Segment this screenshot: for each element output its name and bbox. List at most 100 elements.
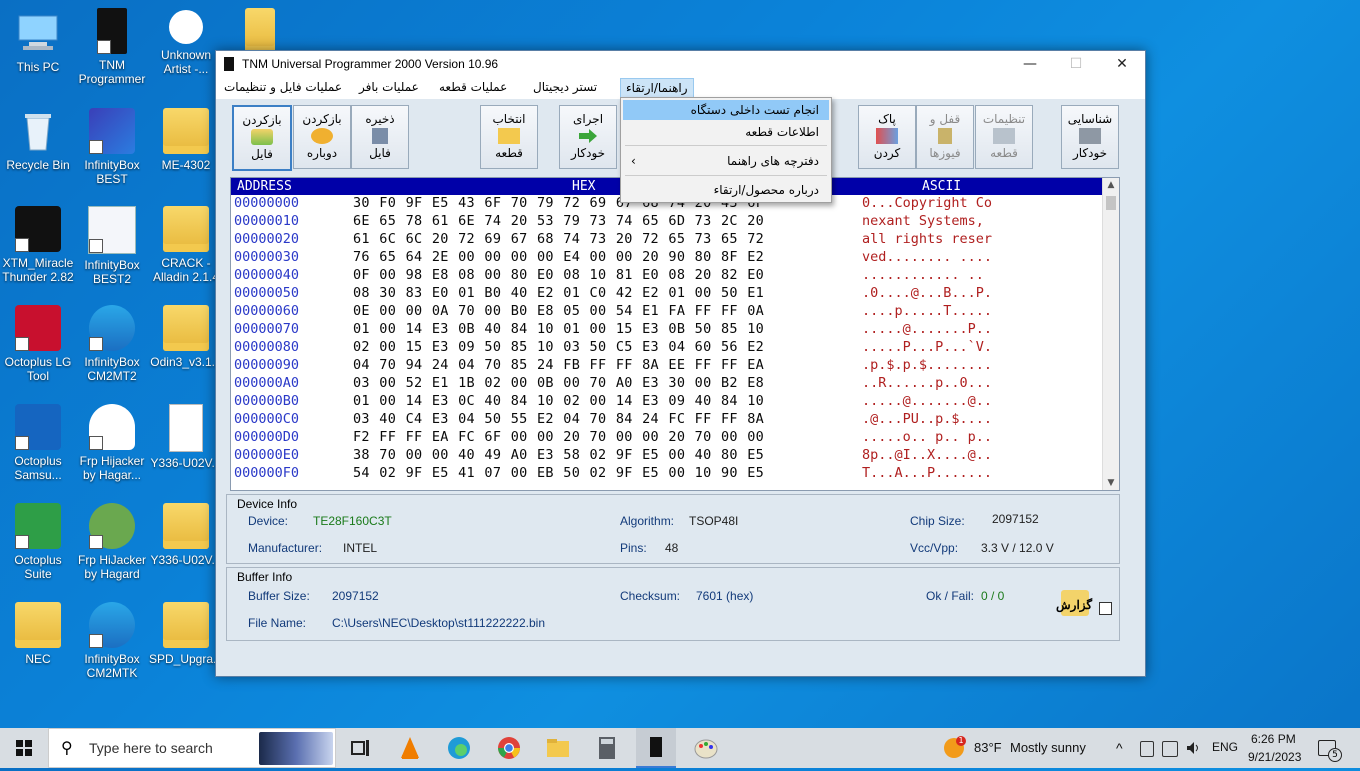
maximize-button[interactable]: ☐ (1053, 51, 1099, 77)
chrome-icon[interactable] (495, 734, 523, 762)
scroll-down-icon[interactable]: ▼ (1103, 478, 1119, 488)
hex-ascii: ved........ .... (862, 249, 993, 265)
desktop-icon-y336-file[interactable]: Y336-U02V... (148, 404, 224, 470)
hex-row[interactable]: 00000050 08 30 83 E0 01 B0 40 E2 01 C0 42… (231, 285, 1119, 303)
report-checkbox[interactable] (1099, 602, 1112, 615)
button-label: ذخیره (365, 112, 395, 126)
reopen-button[interactable]: بازکردن دوباره (293, 105, 351, 169)
desktop-icon-unknown-artist[interactable]: Unknown Artist -... (148, 10, 224, 76)
hex-row[interactable]: 00000020 61 6C 6C 20 72 69 67 68 74 73 20… (231, 231, 1119, 249)
lock-fuses-button[interactable]: قفل و فیوزها (916, 105, 974, 169)
desktop-icon-infinitybox-best[interactable]: InfinityBox BEST (74, 108, 150, 186)
hex-row[interactable]: 000000D0 F2 FF FF EA FC 6F 00 00 20 70 00… (231, 429, 1119, 447)
desktop-icon-nec[interactable]: NEC (0, 602, 76, 666)
desktop-icon-this-pc[interactable]: This PC (0, 10, 76, 74)
desktop-icon-frp-hijacker-2[interactable]: Frp HiJacker by Hagard (74, 503, 150, 581)
minimize-button[interactable]: — (1007, 51, 1053, 77)
hex-row[interactable]: 00000060 0E 00 00 0A 70 00 B0 E8 05 00 54… (231, 303, 1119, 321)
scroll-up-icon[interactable]: ▲ (1103, 180, 1119, 190)
clock-time[interactable]: 6:26 PM (1251, 732, 1296, 746)
network-icon[interactable] (1162, 741, 1178, 757)
calculator-icon[interactable] (593, 734, 621, 762)
xtm-app-icon (15, 206, 61, 252)
erase-button[interactable]: پاک کردن (858, 105, 916, 169)
task-view-icon[interactable] (346, 734, 374, 762)
menu-file-settings[interactable]: عملیات فایل و تنظیمات (224, 80, 342, 94)
menu-help-upgrade[interactable]: راهنما/ارتقاء (620, 78, 694, 98)
hex-row[interactable]: 00000070 01 00 14 E3 0B 40 84 10 01 00 15… (231, 321, 1119, 339)
desktop-icon-label: InfinityBox CM2MTK (84, 652, 140, 680)
desktop-icon-recycle-bin[interactable]: Recycle Bin (0, 108, 76, 172)
detect-chip-icon (1079, 128, 1101, 144)
language-indicator[interactable]: ENG (1212, 740, 1238, 754)
pins-label: Pins: (620, 541, 647, 555)
document-icon (169, 404, 203, 452)
menu-item-chip-info[interactable]: اطلاعات قطعه (745, 125, 819, 139)
menu-digital-tester[interactable]: تستر دیجیتال (533, 80, 597, 94)
weather-temp[interactable]: 83°F (974, 740, 1002, 755)
meet-now-icon[interactable] (1140, 741, 1154, 757)
desktop-icon-me4302[interactable]: ME-4302 (148, 108, 224, 172)
hex-row[interactable]: 000000F0 54 02 9F E5 41 07 00 EB 50 02 9F… (231, 465, 1119, 483)
auto-detect-button[interactable]: شناسایی خودکار (1061, 105, 1119, 169)
desktop-icon-infinitybox-best2[interactable]: InfinityBox BEST2 (74, 206, 150, 286)
hex-editor[interactable]: ADDRESS HEX ASCII 00000000 30 F0 9F E5 43… (230, 177, 1120, 491)
clock-date[interactable]: 9/21/2023 (1248, 750, 1301, 764)
desktop-icon-frp-hijacker-1[interactable]: Frp Hijacker by Hagar... (74, 404, 150, 482)
search-icon: ⚲ (61, 738, 73, 757)
title-bar[interactable]: TNM Universal Programmer 2000 Version 10… (216, 51, 1145, 77)
hex-row[interactable]: 000000A0 03 00 52 E1 1B 02 00 0B 00 70 A0… (231, 375, 1119, 393)
tray-chevron-icon[interactable]: ^ (1116, 740, 1123, 756)
desktop-icon-spd-upgrade[interactable]: SPD_Upgra... (148, 602, 224, 666)
start-button[interactable] (0, 728, 48, 768)
desktop-icon-octoplus-lg[interactable]: Octoplus LG Tool (0, 305, 76, 383)
hex-row[interactable]: 00000040 0F 00 98 E8 08 00 80 E0 08 10 81… (231, 267, 1119, 285)
menu-item-self-test[interactable]: انجام تست داخلی دستگاه (623, 100, 829, 120)
menu-item-manuals[interactable]: دفترچه های راهنما (727, 154, 819, 168)
paint-icon[interactable] (692, 734, 720, 762)
search-box[interactable]: ⚲ Type here to search (48, 728, 336, 768)
hex-row[interactable]: 00000080 02 00 15 E3 09 50 85 10 03 50 C5… (231, 339, 1119, 357)
desktop-icon-label: Y336-U02V... (150, 553, 222, 567)
desktop-icon-octoplus-samsung[interactable]: Octoplus Samsu... (0, 404, 76, 482)
chip-settings-button[interactable]: تنظیمات قطعه (975, 105, 1033, 169)
hex-row[interactable]: 000000C0 03 40 C4 E3 04 50 55 E2 04 70 84… (231, 411, 1119, 429)
hex-row[interactable]: 00000090 04 70 94 24 04 70 85 24 FB FF FF… (231, 357, 1119, 375)
desktop-icon-odin3[interactable]: Odin3_v3.1... (148, 305, 224, 369)
desktop-icon-cm2mtk[interactable]: InfinityBox CM2MTK (74, 602, 150, 680)
edge-icon[interactable] (445, 734, 473, 762)
window-title: TNM Universal Programmer 2000 Version 10… (242, 57, 499, 71)
scroll-thumb[interactable] (1106, 196, 1116, 210)
button-label: بازکردن (302, 112, 342, 126)
save-file-button[interactable]: ذخیره فایل (351, 105, 409, 169)
close-button[interactable]: ✕ (1099, 51, 1145, 77)
desktop-icon-y336-folder[interactable]: Y336-U02V... (148, 503, 224, 567)
weather-desc[interactable]: Mostly sunny (1010, 740, 1086, 755)
hex-row[interactable]: 000000E0 38 70 00 00 40 49 A0 E3 58 02 9F… (231, 447, 1119, 465)
hex-ascii: nexant Systems, (862, 213, 993, 229)
ok-fail-label: Ok / Fail: (926, 589, 975, 603)
desktop-icon-cm2mt2[interactable]: InfinityBox CM2MT2 (74, 305, 150, 383)
menu-item-about[interactable]: درباره محصول/ارتقاء (714, 183, 819, 197)
vlc-icon[interactable] (396, 734, 424, 762)
hex-row[interactable]: 000000B0 01 00 14 E3 0C 40 84 10 02 00 14… (231, 393, 1119, 411)
desktop-icon-label: InfinityBox BEST2 (84, 258, 140, 286)
file-explorer-icon[interactable] (544, 734, 572, 762)
auto-run-button[interactable]: اجرای خودکار (559, 105, 617, 169)
hex-row[interactable]: 00000010 6E 65 78 61 6E 74 20 53 79 73 74… (231, 213, 1119, 231)
tnm-taskbar-button[interactable] (636, 728, 676, 768)
vertical-scrollbar[interactable]: ▲ ▼ (1102, 178, 1119, 490)
file-name-label: File Name: (248, 616, 307, 630)
desktop-icon-xtm[interactable]: XTM_Miracle Thunder 2.82 (0, 206, 76, 284)
desktop-icon-crack-alladin[interactable]: CRACK - Alladin 2.1.4 (148, 206, 224, 284)
desktop-icon-label: Recycle Bin (6, 158, 70, 172)
select-chip-button[interactable]: انتخاب قطعه (480, 105, 538, 169)
desktop-icon-tnm[interactable]: TNM Programmer (74, 8, 150, 86)
desktop-icon-octoplus-suite[interactable]: Octoplus Suite (0, 503, 76, 581)
volume-icon[interactable] (1186, 741, 1200, 755)
menu-chip[interactable]: عملیات قطعه (439, 80, 507, 94)
menu-buffer[interactable]: عملیات بافر (359, 80, 419, 94)
button-label: قطعه (495, 146, 523, 160)
hex-row[interactable]: 00000030 76 65 64 2E 00 00 00 00 E4 00 00… (231, 249, 1119, 267)
open-file-button[interactable]: بازکردن فایل (232, 105, 292, 171)
